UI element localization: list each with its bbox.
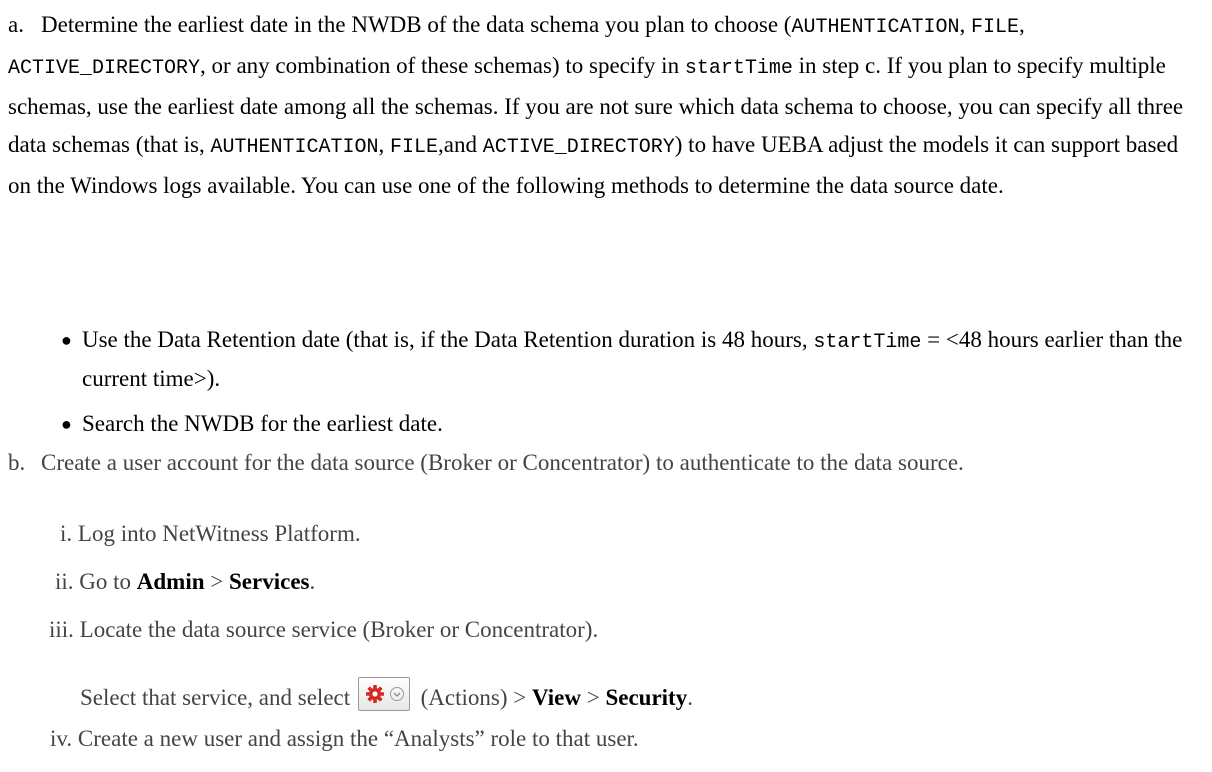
separator: > <box>204 569 230 594</box>
substep-text: Locate the data source service (Broker o… <box>79 617 599 642</box>
step-a: a. Determine the earliest date in the NWD… <box>8 6 1198 205</box>
step-b-text: Create a user account for the data sourc… <box>41 450 964 475</box>
schema-file: FILE <box>390 136 439 159</box>
substep-text: Go to <box>79 569 137 594</box>
bullet-text: Search the NWDB for the earliest date. <box>82 411 443 436</box>
substep-text: Create a new user and assign the “Analys… <box>77 726 639 751</box>
substep-iii: iii. Locate the data source service (Bro… <box>49 615 598 645</box>
code-starttime: startTime <box>813 331 922 354</box>
bullet-text: Use the Data Retention date (that is, if… <box>82 322 1201 397</box>
substep-marker: iv. <box>50 726 73 751</box>
separator: > <box>580 685 606 710</box>
actions-button[interactable] <box>357 677 410 711</box>
document-page: a. Determine the earliest date in the NWD… <box>0 0 1212 772</box>
bullet-dot: ● <box>61 414 72 434</box>
bullet-text-part: Use the Data Retention date (that is, if… <box>82 327 814 352</box>
substep-i: i. Log into NetWitness Platform. <box>60 519 361 549</box>
substep-iv: iv. Create a new user and assign the “An… <box>50 724 639 754</box>
separator: . <box>309 569 316 594</box>
substep-ii: ii. Go to Admin > Services. <box>55 567 315 597</box>
bullet-dot: ● <box>61 330 72 350</box>
substep-text: (Actions) > <box>414 685 532 710</box>
substep-marker: i. <box>60 521 73 546</box>
step-b-marker: b. <box>8 450 26 475</box>
bullet-item: ● Search the NWDB for the earliest date. <box>61 406 1201 442</box>
security-menu-label: Security <box>605 685 688 710</box>
gear-icon <box>365 685 384 703</box>
substep-text: Log into NetWitness Platform. <box>77 521 361 546</box>
view-menu-label: View <box>531 685 581 710</box>
substep-text: Select that service, and select <box>80 685 356 710</box>
separator: , <box>378 132 390 157</box>
step-a-marker: a. <box>8 12 24 37</box>
substep-marker: iii. <box>49 617 74 642</box>
separator: . <box>687 685 693 710</box>
separator: , <box>959 12 971 37</box>
schema-file: FILE <box>970 16 1019 39</box>
chevron-down-icon <box>389 687 404 701</box>
schema-authentication: AUTHENTICATION <box>791 16 960 39</box>
bullet-item: ● Use the Data Retention date (that is, … <box>61 322 1201 397</box>
separator: ,and <box>438 132 483 157</box>
step-b: b. Create a user account for the data sou… <box>8 450 1198 476</box>
step-a-text: , or any combination of these schemas) t… <box>200 53 685 78</box>
step-a-text: Determine the earliest date in the NWDB … <box>41 12 792 37</box>
separator: , <box>1018 12 1025 37</box>
schema-active-directory: ACTIVE_DIRECTORY <box>8 57 201 80</box>
schema-authentication: AUTHENTICATION <box>210 136 379 159</box>
admin-menu-label: Admin <box>136 569 205 594</box>
schema-active-directory: ACTIVE_DIRECTORY <box>482 136 675 159</box>
services-menu-label: Services <box>229 569 310 594</box>
substep-marker: ii. <box>55 569 74 594</box>
select-actions-line: Select that service, and select (Actions… <box>80 677 693 713</box>
code-starttime: startTime <box>684 57 793 80</box>
